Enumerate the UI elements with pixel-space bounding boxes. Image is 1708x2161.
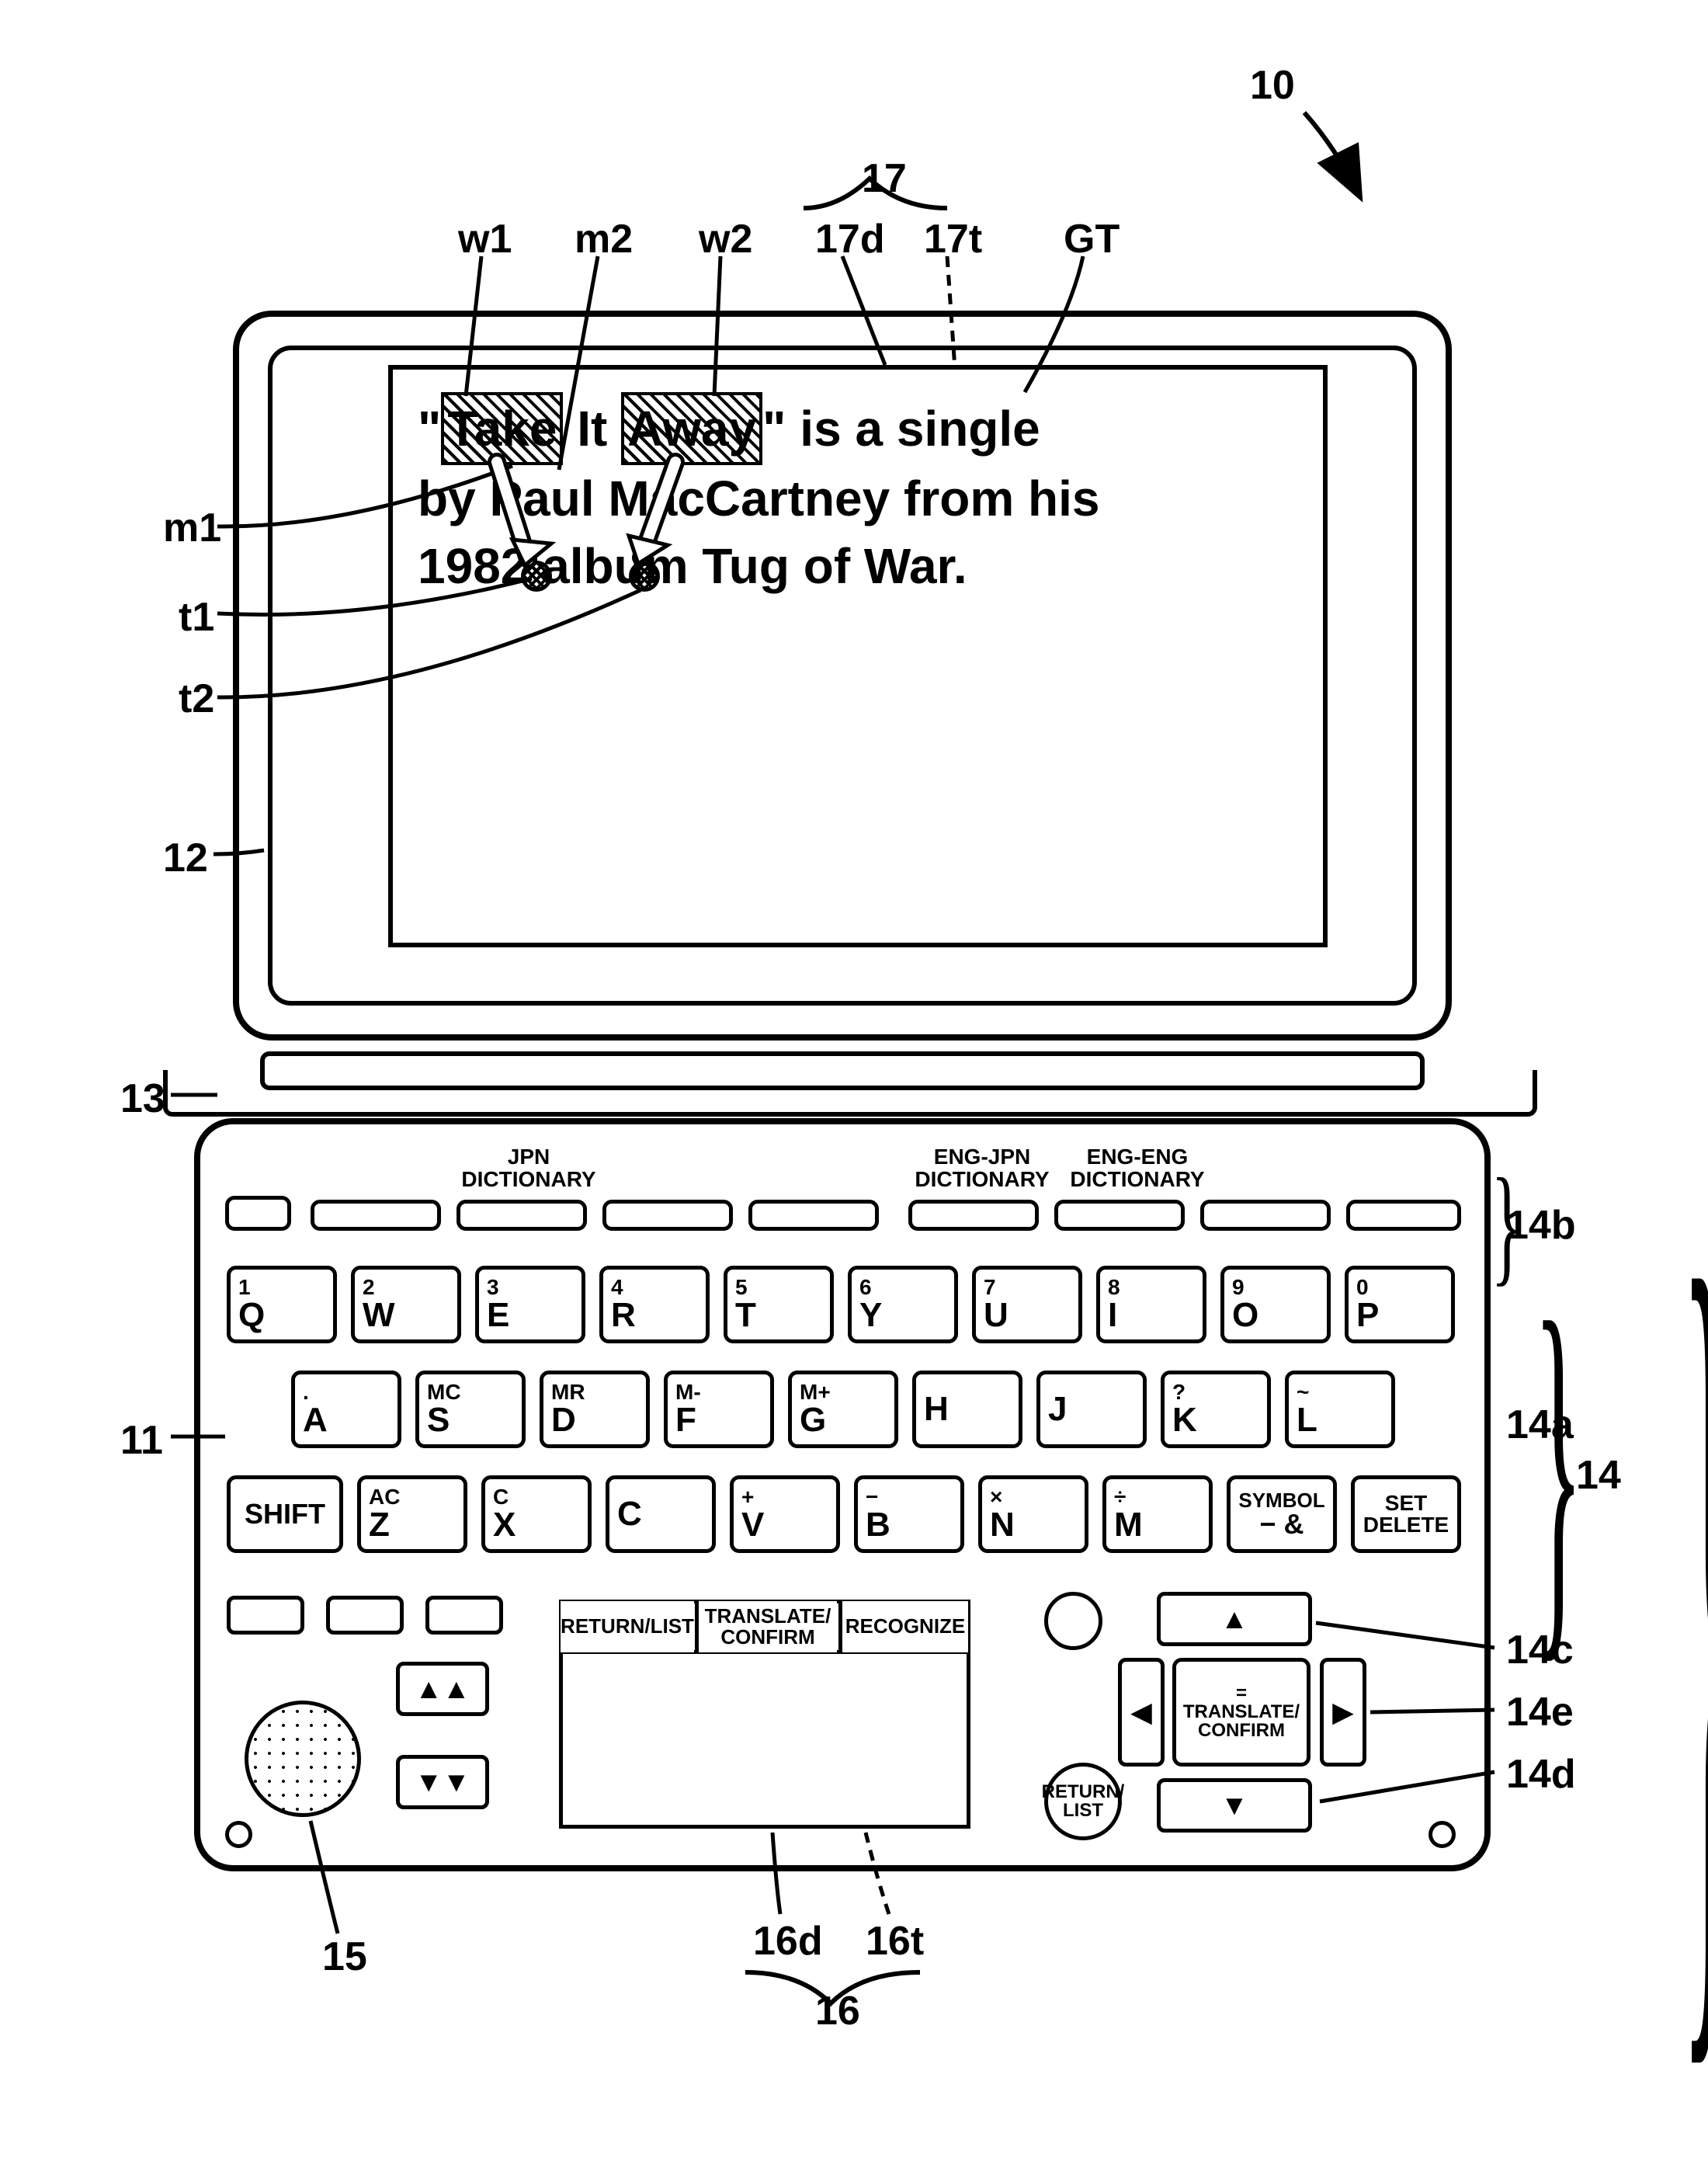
func-label-engjpn: ENG-JPN DICTIONARY [908,1145,1056,1191]
small-key-c[interactable] [425,1596,503,1635]
key-v-3[interactable]: +V [730,1475,840,1553]
ref-17: 17 [862,155,907,202]
key-g[interactable]: M+G [788,1371,898,1448]
touch-point-t1 [521,561,552,592]
ref-w1: w1 [458,216,512,262]
key-i[interactable]: 8I [1096,1266,1206,1343]
ref-t2: t2 [179,676,214,722]
tab-recognize[interactable]: RECOGNIZE [842,1601,968,1652]
func-key-jpn[interactable] [457,1200,587,1231]
small-key-a[interactable] [227,1596,304,1635]
dpad-down[interactable]: ▼ [1157,1778,1312,1833]
line1-mid: It [563,401,621,457]
key-q[interactable]: 1Q [227,1266,337,1343]
key-t[interactable]: 5T [724,1266,834,1343]
key-f[interactable]: M-F [664,1371,774,1448]
key-c-2[interactable]: C [606,1475,716,1553]
scroll-down[interactable]: ▼▼ [396,1755,489,1809]
ref-11: 11 [120,1417,163,1464]
key-b-4[interactable]: −B [854,1475,964,1553]
key-j[interactable]: J [1036,1371,1147,1448]
display-line3: 1982 album Tug of War. [418,533,1303,599]
func-key-7[interactable] [1200,1200,1331,1231]
dpad-left[interactable]: ◀ [1118,1658,1165,1767]
ref-t1: t1 [179,594,214,641]
ref-m1: m1 [163,505,221,551]
key-p[interactable]: 0P [1345,1266,1455,1343]
ref-17t: 17t [924,216,982,262]
key-e[interactable]: 3E [475,1266,585,1343]
func-label-engeng: ENG-ENG DICTIONARY [1064,1145,1211,1191]
ref-10: 10 [1250,62,1295,109]
key-setdelete[interactable]: SET DELETE [1351,1475,1461,1553]
speaker [245,1701,361,1817]
ref-16d: 16d [753,1918,823,1965]
touch-point-t2 [629,561,660,592]
hinge-bar [260,1051,1425,1090]
key-l[interactable]: ~L [1285,1371,1395,1448]
dpad-right[interactable]: ▶ [1320,1658,1366,1767]
func-key-8[interactable] [1346,1200,1461,1231]
key-m-6[interactable]: ÷M [1102,1475,1213,1553]
key-n-5[interactable]: ×N [978,1475,1088,1553]
key-y[interactable]: 6Y [848,1266,958,1343]
key-shift[interactable]: SHIFT [227,1475,343,1553]
key-s[interactable]: MCS [415,1371,526,1448]
dpad-up[interactable]: ▲ [1157,1592,1312,1646]
hole-left [225,1821,252,1848]
drawing-canvas: 10 17 w1 m2 w2 17d 17t GT m1 t1 t2 12 13… [0,0,1708,2048]
key-r[interactable]: 4R [599,1266,710,1343]
dpad-circle[interactable] [1044,1592,1102,1650]
dpad-returnlist[interactable]: RETURN/ LIST [1044,1763,1122,1840]
hole-right [1429,1821,1456,1848]
scroll-up[interactable]: ▲▲ [396,1662,489,1716]
line1-pre: " [418,401,441,457]
key-o[interactable]: 9O [1220,1266,1331,1343]
ref-13: 13 [120,1075,165,1122]
display-line2: by Paul MacCartney from his [418,465,1303,532]
func-key-1[interactable] [311,1200,441,1231]
key-a[interactable]: .A [291,1371,401,1448]
word-w1[interactable]: Take [441,392,563,465]
ref-12: 12 [163,835,208,881]
brace-14b: } [1491,1149,1522,1301]
key-d[interactable]: MRD [540,1371,650,1448]
display-text: "Take It Away" is a single by Paul MacCa… [418,392,1303,599]
word-w2[interactable]: Away [621,392,762,465]
key-k[interactable]: ?K [1161,1371,1271,1448]
ref-16t: 16t [866,1918,924,1965]
small-key-b[interactable] [326,1596,404,1635]
func-key-4[interactable] [748,1200,879,1231]
tab-translate[interactable]: TRANSLATE/ CONFIRM [699,1601,837,1652]
key-h[interactable]: H [912,1371,1022,1448]
ref-15: 15 [322,1933,367,1980]
ref-m2: m2 [575,216,633,262]
key-z-0[interactable]: ACZ [357,1475,467,1553]
key-x-1[interactable]: CX [481,1475,592,1553]
line1-post: " is a single [762,401,1040,457]
func-key-engjpn[interactable] [908,1200,1039,1231]
ref-16: 16 [815,1988,860,2034]
func-key-engeng[interactable] [1054,1200,1185,1231]
ref-17d: 17d [815,216,885,262]
ref-w2: w2 [699,216,752,262]
func-key-0[interactable] [225,1196,291,1231]
key-symbol[interactable]: SYMBOL − & [1227,1475,1337,1553]
brace-14: } [1681,1072,1708,2161]
func-label-jpn: JPN DICTIONARY [455,1145,602,1191]
key-w[interactable]: 2W [351,1266,461,1343]
ref-14d: 14d [1506,1751,1576,1798]
tab-returnlist[interactable]: RETURN/LIST [561,1601,694,1652]
ref-GT: GT [1064,216,1120,262]
key-u[interactable]: 7U [972,1266,1082,1343]
dpad-center[interactable]: = TRANSLATE/ CONFIRM [1172,1658,1311,1767]
func-key-3[interactable] [602,1200,733,1231]
brace-14a: } [1533,1231,1583,1704]
